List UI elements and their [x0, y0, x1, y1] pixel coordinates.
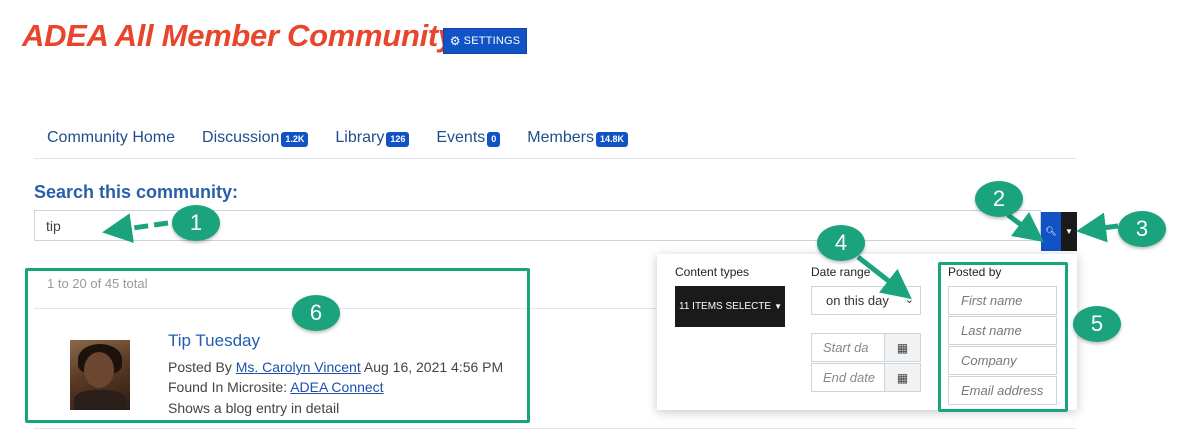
- callout-6: 6: [292, 295, 340, 331]
- arrow-4: [856, 255, 912, 300]
- arrow-3: [1076, 212, 1119, 243]
- arrow-1: [102, 213, 169, 244]
- callout-3: 3: [1118, 211, 1166, 247]
- arrow-2: [1006, 212, 1044, 242]
- callout-2: 2: [975, 181, 1023, 217]
- callout-4: 4: [817, 225, 865, 261]
- callout-1: 1: [172, 205, 220, 241]
- callout-5: 5: [1073, 306, 1121, 342]
